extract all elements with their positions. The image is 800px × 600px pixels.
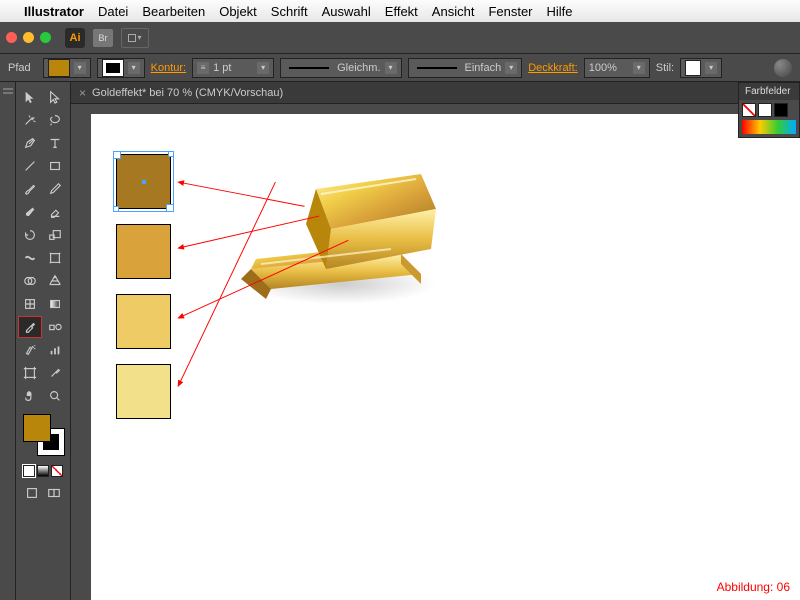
slice-tool[interactable] [43, 362, 67, 384]
illustrator-badge-icon: Ai [65, 28, 85, 48]
lasso-tool[interactable] [43, 109, 67, 131]
opacity-label: Deckkraft: [528, 62, 578, 74]
panel-dock-left[interactable] [0, 82, 16, 600]
app-name[interactable]: Illustrator [24, 4, 84, 19]
artboard-tool[interactable] [18, 362, 42, 384]
gold-swatch-4[interactable] [116, 364, 171, 419]
app-titlebar: Ai Br ▾ [0, 22, 800, 54]
tools-panel [16, 82, 71, 600]
graphic-style-dropdown[interactable]: ▾ [680, 58, 722, 78]
width-tool[interactable] [18, 247, 42, 269]
gradient-tool[interactable] [43, 293, 67, 315]
opacity-input[interactable] [589, 62, 629, 74]
hand-tool[interactable] [18, 385, 42, 407]
blend-tool[interactable] [43, 316, 67, 338]
menu-fenster[interactable]: Fenster [488, 4, 532, 19]
stroke-weight-input[interactable] [213, 62, 253, 74]
swatch-black[interactable] [774, 103, 788, 117]
zoom-button[interactable] [40, 32, 51, 43]
stroke-weight-dropdown[interactable]: ≡▾ [192, 58, 274, 78]
scale-tool[interactable] [43, 224, 67, 246]
eyedropper-tool[interactable] [18, 316, 42, 338]
swatches-panel-title: Farbfelder [739, 83, 799, 100]
menu-ansicht[interactable]: Ansicht [432, 4, 475, 19]
stroke-dash-dropdown[interactable]: Gleichm.▾ [280, 58, 401, 78]
selection-tool[interactable] [18, 86, 42, 108]
direct-selection-tool[interactable] [43, 86, 67, 108]
swatch-none[interactable] [742, 103, 756, 117]
arrange-documents-button[interactable]: ▾ [121, 28, 149, 48]
swatch-white[interactable] [758, 103, 772, 117]
pencil-tool[interactable] [43, 178, 67, 200]
screen-mode-normal[interactable] [22, 484, 42, 502]
sample-arrows [91, 114, 800, 600]
minimize-button[interactable] [23, 32, 34, 43]
gold-bars-image [221, 154, 441, 314]
window-controls [6, 32, 51, 43]
bridge-button[interactable]: Br [93, 29, 113, 47]
fill-color-dropdown[interactable]: ▾ [43, 58, 91, 78]
menu-schrift[interactable]: Schrift [271, 4, 308, 19]
paintbrush-tool[interactable] [18, 178, 42, 200]
stroke-label: Kontur: [151, 62, 186, 74]
close-button[interactable] [6, 32, 17, 43]
shape-builder-tool[interactable] [18, 270, 42, 292]
blob-brush-tool[interactable] [18, 201, 42, 223]
column-graph-tool[interactable] [43, 339, 67, 361]
control-bar: Pfad ▾ ▾ Kontur: ≡▾ Gleichm.▾ Einfach▾ D… [0, 54, 800, 82]
type-tool[interactable] [43, 132, 67, 154]
document-setup-icon[interactable] [774, 59, 792, 77]
stroke-color-dropdown[interactable]: ▾ [97, 58, 145, 78]
color-mode-row [18, 465, 68, 477]
style-label: Stil: [656, 62, 674, 74]
rotate-tool[interactable] [18, 224, 42, 246]
document-tab-title: Goldeffekt* bei 70 % (CMYK/Vorschau) [92, 87, 283, 99]
close-tab-icon[interactable]: × [79, 86, 86, 100]
menu-objekt[interactable]: Objekt [219, 4, 257, 19]
stroke-profile-dropdown[interactable]: Einfach▾ [408, 58, 523, 78]
color-mode-gradient[interactable] [37, 465, 49, 477]
fill-color-indicator[interactable] [23, 414, 51, 442]
color-mode-none[interactable] [51, 465, 63, 477]
opacity-dropdown[interactable]: ▾ [584, 58, 650, 78]
mesh-tool[interactable] [18, 293, 42, 315]
menu-auswahl[interactable]: Auswahl [322, 4, 371, 19]
perspective-grid-tool[interactable] [43, 270, 67, 292]
eraser-tool[interactable] [43, 201, 67, 223]
line-segment-tool[interactable] [18, 155, 42, 177]
gold-swatch-3[interactable] [116, 294, 171, 349]
canvas[interactable]: Abbildung: 06 [91, 114, 800, 600]
swatch-spectrum[interactable] [742, 120, 796, 134]
free-transform-tool[interactable] [43, 247, 67, 269]
fill-stroke-indicator[interactable] [21, 412, 65, 456]
magic-wand-tool[interactable] [18, 109, 42, 131]
zoom-tool[interactable] [43, 385, 67, 407]
gold-swatch-2[interactable] [116, 224, 171, 279]
gold-swatch-1[interactable] [116, 154, 171, 209]
rectangle-tool[interactable] [43, 155, 67, 177]
symbol-sprayer-tool[interactable] [18, 339, 42, 361]
screen-mode-toggle[interactable] [44, 484, 64, 502]
menu-hilfe[interactable]: Hilfe [547, 4, 573, 19]
menu-datei[interactable]: Datei [98, 4, 128, 19]
figure-caption: Abbildung: 06 [717, 580, 790, 594]
pen-tool[interactable] [18, 132, 42, 154]
color-mode-solid[interactable] [23, 465, 35, 477]
menu-effekt[interactable]: Effekt [385, 4, 418, 19]
document-tab[interactable]: × Goldeffekt* bei 70 % (CMYK/Vorschau) [71, 82, 800, 104]
selection-type-label: Pfad [8, 62, 31, 74]
swatches-panel[interactable]: Farbfelder [738, 82, 800, 138]
document-area: × Goldeffekt* bei 70 % (CMYK/Vorschau) [71, 82, 800, 600]
menu-bearbeiten[interactable]: Bearbeiten [142, 4, 205, 19]
macos-menubar: Illustrator Datei Bearbeiten Objekt Schr… [0, 0, 800, 22]
